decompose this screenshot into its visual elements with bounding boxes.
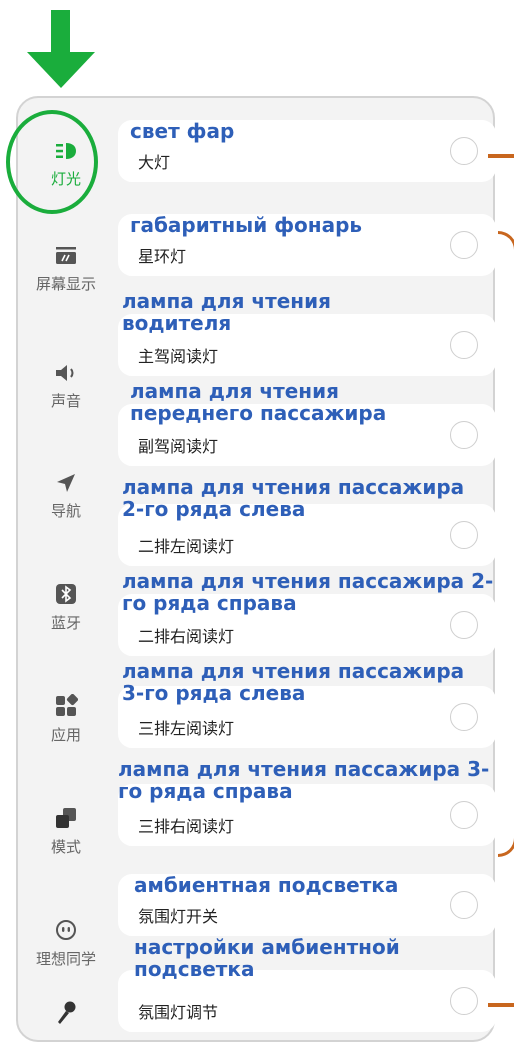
sidebar-item-sound[interactable]: 声音	[26, 362, 106, 411]
sidebar-item-label: 理想同学	[35, 950, 96, 968]
apps-icon	[56, 694, 78, 716]
setting-label: 氛围灯开关	[138, 907, 219, 926]
sidebar-item-apps[interactable]: 应用	[26, 694, 106, 745]
annotation: лампа для чтения пассажира 2-го ряда сле…	[122, 475, 465, 521]
toggle-radio[interactable]	[450, 891, 478, 919]
sidebar-item-label: 屏幕显示	[35, 275, 96, 293]
annotation: лампа для чтения пассажира 3-го ряда спр…	[118, 757, 490, 803]
annotation: лампа для чтения пассажира 3-го ряда сле…	[122, 659, 465, 705]
annotation: лампа для чтения водителя	[122, 289, 331, 335]
annotation: настройки амбиентной подсветка	[134, 935, 400, 981]
navigation-arrow-icon	[57, 474, 75, 492]
sidebar-item-voice[interactable]	[26, 1000, 106, 1026]
sidebar-item-label: 蓝牙	[50, 614, 81, 632]
sidebar-item-label: 应用	[50, 726, 81, 744]
setting-label: 副驾阅读灯	[138, 437, 219, 456]
assistant-face-icon	[56, 920, 76, 940]
microphone-icon	[58, 1001, 76, 1024]
screen-icon	[56, 247, 76, 264]
setting-label: 三排左阅读灯	[138, 719, 235, 738]
sidebar-item-mode[interactable]: 模式	[26, 806, 106, 857]
sidebar-item-navigation[interactable]: 导航	[26, 472, 106, 521]
setting-label: 二排右阅读灯	[138, 627, 235, 646]
annotation: свет фар	[130, 119, 235, 143]
setting-label: 三排右阅读灯	[138, 817, 235, 836]
setting-label: 氛围灯调节	[138, 1003, 219, 1022]
toggle-radio[interactable]	[450, 521, 478, 549]
highlight-circle	[6, 110, 98, 214]
leader-line	[488, 1003, 514, 1007]
setting-label: 主驾阅读灯	[138, 347, 219, 366]
annotation: габаритный фонарь	[130, 213, 363, 237]
annotation: лампа для чтения переднего пассажира	[130, 379, 387, 425]
guide-arrow-down-icon	[27, 52, 95, 88]
bluetooth-icon	[56, 584, 76, 604]
mode-icon	[56, 808, 76, 828]
sidebar-item-label: 导航	[50, 502, 81, 520]
guide-arrow-shaft	[51, 10, 70, 54]
annotation: амбиентная подсветка	[134, 873, 399, 897]
toggle-radio[interactable]	[450, 703, 478, 731]
sidebar-item-bluetooth[interactable]: 蓝牙	[26, 582, 106, 633]
toggle-radio[interactable]	[450, 331, 478, 359]
toggle-radio[interactable]	[450, 421, 478, 449]
toggle-radio[interactable]	[450, 987, 478, 1015]
toggle-radio[interactable]	[450, 137, 478, 165]
toggle-radio[interactable]	[450, 231, 478, 259]
setting-label: 星环灯	[138, 247, 187, 266]
annotation: лампа для чтения пассажира 2-го ряда спр…	[122, 569, 494, 615]
leader-line	[488, 154, 514, 158]
setting-label: 大灯	[138, 153, 171, 172]
setting-label: 二排左阅读灯	[138, 537, 235, 556]
sidebar-item-label: 模式	[50, 838, 81, 856]
toggle-radio[interactable]	[450, 801, 478, 829]
toggle-radio[interactable]	[450, 611, 478, 639]
sidebar-item-label: 声音	[50, 392, 81, 410]
sidebar-item-assistant[interactable]: 理想同学	[18, 918, 114, 969]
speaker-icon	[56, 365, 74, 381]
sidebar-item-screen[interactable]: 屏幕显示	[18, 245, 114, 294]
group-bracket	[498, 231, 514, 857]
